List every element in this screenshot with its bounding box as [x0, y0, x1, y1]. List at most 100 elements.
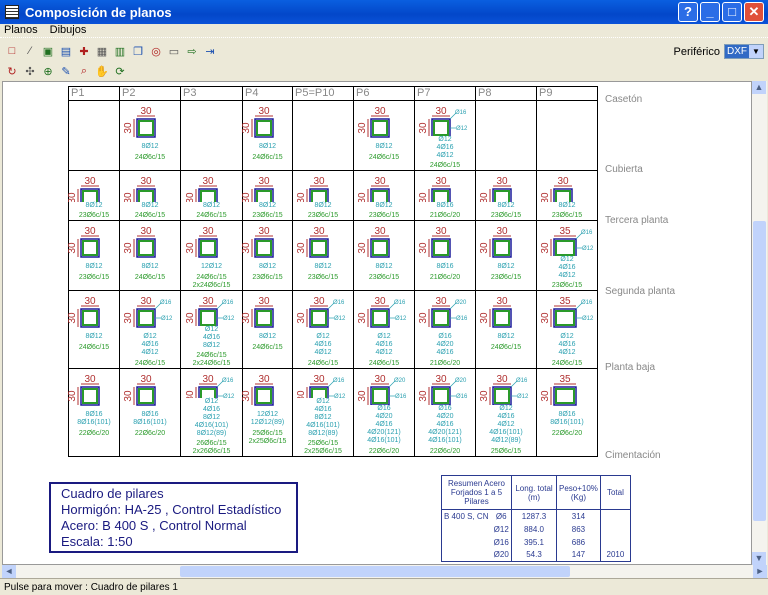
pillar-cell[interactable]: 30 30 12Ø12 24Ø6c/15 2x24Ø6c/15 [180, 220, 243, 291]
delete-icon[interactable]: ⁄ [22, 43, 38, 59]
copy-icon[interactable]: ❐ [130, 43, 146, 59]
pillar-cell[interactable]: 30 30 Ø16 Ø12 Ø12 4Ø16 4Ø12 24Ø6c/15 [119, 290, 181, 369]
pillar-cell[interactable]: 35 30 Ø16 Ø12 Ø12 4Ø16 4Ø12 24Ø6c/15 [536, 290, 598, 369]
periferico-select[interactable]: DXF ▼ [724, 44, 764, 59]
pillar-cell[interactable]: 30 30 8Ø16 21Ø6c/20 [414, 220, 476, 291]
refresh-icon[interactable]: ⟳ [112, 63, 128, 79]
scroll-up-icon[interactable]: ▲ [752, 81, 766, 94]
width-dimension: 30 [140, 176, 152, 187]
pillar-cell[interactable]: 30 30 Ø16 Ø12 Ø12 4Ø16 4Ø12 4Ø16(101) 4Ø12(89) 25… [475, 368, 537, 457]
pillar-cell[interactable]: 30 30 Ø16 Ø12 Ø12 4Ø16 8Ø12 4Ø16(101) 8Ø12(89) 25… [292, 368, 354, 457]
pillar-cell[interactable]: 35 30 8Ø16 8Ø16(101) 22Ø6c/20 [536, 368, 598, 457]
longitudinal-bars: 4Ø12 [436, 151, 454, 159]
print-setup-icon[interactable]: ▤ [58, 43, 74, 59]
window-title: Composición de planos [25, 4, 172, 20]
horizontal-scrollbar[interactable]: ◄ ► [2, 565, 767, 578]
scroll-right-icon[interactable]: ► [753, 565, 767, 578]
pillar-cell[interactable]: 35 30 Ø16 Ø12 Ø12 4Ø16 4Ø12 23Ø6c/15 [536, 220, 598, 291]
summary-diameter: Ø16 [491, 535, 513, 549]
pillar-cell[interactable]: 30 30 Ø20 Ø16 Ø16 4Ø20 4Ø16 4Ø20(121) 4Ø16(101) 2… [353, 368, 415, 457]
pillar-cell[interactable]: 30 30 8Ø12 24Ø6c/15 [353, 100, 415, 171]
exit-icon[interactable]: ⇥ [202, 43, 218, 59]
pillar-cell[interactable]: 30 30 8Ø12 24Ø6c/15 [475, 290, 537, 369]
pan-icon[interactable]: ✋ [94, 63, 110, 79]
pillar-cell[interactable]: 30 30 8Ø12 24Ø6c/15 [119, 220, 181, 291]
column-section-drawing: 30 30 Ø16 Ø12 [357, 296, 407, 328]
vertical-scroll-thumb[interactable] [753, 221, 766, 521]
pillar-cell[interactable]: 30 30 Ø16 Ø12 Ø12 4Ø16 8Ø12 24Ø6c/15 2x24Ø6c/15 [180, 290, 243, 369]
layout2-icon[interactable]: ▦ [94, 43, 110, 59]
pillar-cell[interactable]: 30 30 8Ø12 24Ø6c/15 [241, 100, 293, 171]
pillar-cell[interactable]: 30 30 8Ø12 23Ø6c/15 [241, 170, 293, 221]
menu-dibujos[interactable]: Dibujos [50, 24, 87, 37]
pillar-cell[interactable]: 30 30 8Ø12 24Ø6c/15 [67, 290, 120, 369]
pillar-cell[interactable]: 30 30 8Ø12 23Ø6c/15 [475, 220, 537, 291]
pillar-cell[interactable]: 30 30 Ø16 Ø12 Ø12 4Ø16 8Ø12 4Ø16(101) 8Ø12(89) 26… [180, 368, 243, 457]
status-bar: Pulse para mover : Cuadro de pilares 1 [0, 578, 768, 595]
pillar-cell[interactable]: 30 30 8Ø12 23Ø6c/15 [67, 170, 120, 221]
frame-icon[interactable]: ▭ [166, 43, 182, 59]
pillar-cell[interactable]: 30 30 8Ø12 23Ø6c/15 [475, 170, 537, 221]
pillar-cell[interactable]: 30 30 12Ø12 12Ø12(89) 25Ø6c/15 2x25Ø6c/15 [241, 368, 293, 457]
pillar-cell[interactable]: 30 30 8Ø12 23Ø6c/15 [241, 220, 293, 291]
drawing-canvas[interactable]: Cuadro de pilares Hormigón: HA-25 , Cont… [2, 81, 752, 565]
legend-box[interactable]: Cuadro de pilares Hormigón: HA-25 , Cont… [49, 482, 298, 553]
layout-icon[interactable]: ✚ [76, 43, 92, 59]
pillar-cell[interactable]: 30 30 8Ø12 24Ø6c/15 [119, 100, 181, 171]
close-button[interactable]: ✕ [744, 2, 764, 22]
new-icon[interactable]: □ [4, 43, 20, 59]
horizontal-scroll-thumb[interactable] [180, 566, 570, 577]
width-dimension: 30 [313, 176, 325, 187]
longitudinal-bars: 4Ø16 [375, 341, 393, 348]
scroll-down-icon[interactable]: ▼ [752, 552, 766, 565]
side-bar-callout: Ø12 [582, 316, 594, 322]
summary-diameter: Ø6 [491, 509, 513, 523]
pillar-cell[interactable]: 30 30 8Ø16 8Ø16(101) 22Ø6c/20 [67, 368, 120, 457]
pillar-cell[interactable]: 30 30 8Ø16 8Ø16(101) 22Ø6c/20 [119, 368, 181, 457]
edit-icon[interactable]: ✎ [58, 63, 74, 79]
longitudinal-bars: 4Ø20(121) [367, 429, 401, 437]
maximize-button[interactable]: □ [722, 2, 742, 22]
pillar-cell[interactable]: 30 30 8Ø12 23Ø6c/15 [353, 170, 415, 221]
pillar-cell[interactable]: 30 30 Ø20 Ø16 Ø16 4Ø20 4Ø16 4Ø20(121) 4Ø16(101) 2… [414, 368, 476, 457]
pillar-cell[interactable]: 30 30 8Ø12 23Ø6c/15 [292, 170, 354, 221]
scroll-left-icon[interactable]: ◄ [2, 565, 16, 578]
pillar-cell[interactable]: 30 30 8Ø12 24Ø6c/15 [180, 170, 243, 221]
pillar-cell[interactable]: 30 30 8Ø12 23Ø6c/15 [67, 220, 120, 291]
pillar-cell[interactable]: 30 30 8Ø12 23Ø6c/15 [536, 170, 598, 221]
width-dimension: 30 [202, 374, 214, 385]
zoom-window-icon[interactable]: ⌕ [76, 63, 92, 79]
pillar-cell[interactable]: 30 30 Ø16 Ø12 Ø12 4Ø16 4Ø12 24Ø6c/15 [353, 290, 415, 369]
zoom-view-icon[interactable]: ◎ [148, 43, 164, 59]
chevron-down-icon: ▼ [749, 45, 763, 58]
toolbar-view: ↻ ✣ ⊕ ✎ ⌕ ✋ ⟳ [4, 63, 128, 79]
pillar-cell[interactable]: 30 30 8Ø12 23Ø6c/15 [292, 220, 354, 291]
stirrups-label: 21Ø6c/20 [429, 360, 461, 367]
minimize-button[interactable]: _ [700, 2, 720, 22]
pillar-cell[interactable]: 30 30 8Ø12 24Ø6c/15 [241, 290, 293, 369]
pillar-cell[interactable]: 30 30 8Ø12 24Ø6c/15 [119, 170, 181, 221]
longitudinal-bars: 8Ø16(101) [550, 419, 584, 426]
stirrups-label: 21Ø6c/20 [429, 212, 461, 219]
pillar-cell[interactable]: 30 30 Ø20 Ø16 Ø16 4Ø20 4Ø16 21Ø6c/20 [414, 290, 476, 369]
pillar-cell[interactable]: 30 30 Ø16 Ø12 Ø12 4Ø16 4Ø12 24Ø6c/15 [292, 290, 354, 369]
longitudinal-bars: 8Ø12 [141, 201, 159, 209]
pillar-cell[interactable]: 30 30 8Ø12 23Ø6c/15 [353, 220, 415, 291]
rotate-icon[interactable]: ↻ [4, 63, 20, 79]
stirrups-label: 24Ø6c/15 [307, 360, 339, 367]
pillar-cell[interactable]: 30 30 Ø16 Ø12 Ø12 4Ø16 4Ø12 24Ø6c/15 [414, 100, 476, 171]
summary-diameter: Ø20 [491, 548, 513, 562]
export-icon[interactable]: ⇨ [184, 43, 200, 59]
vertical-scrollbar[interactable]: ▲ ▼ [752, 81, 767, 565]
width-dimension: 30 [496, 374, 508, 385]
move-icon[interactable]: ✣ [22, 63, 38, 79]
zoom-icon[interactable]: ⊕ [40, 63, 56, 79]
print-icon[interactable]: ▣ [40, 43, 56, 59]
pillar-cell[interactable]: 30 30 8Ø16 21Ø6c/20 [414, 170, 476, 221]
menu-planos[interactable]: Planos [4, 24, 38, 37]
view-table-icon[interactable]: ▥ [112, 43, 128, 59]
longitudinal-bars: 8Ø16 [558, 411, 576, 418]
depth-dimension: 30 [123, 122, 134, 134]
help-button[interactable]: ? [678, 2, 698, 22]
corner-bar-callout: Ø20 [394, 378, 406, 384]
